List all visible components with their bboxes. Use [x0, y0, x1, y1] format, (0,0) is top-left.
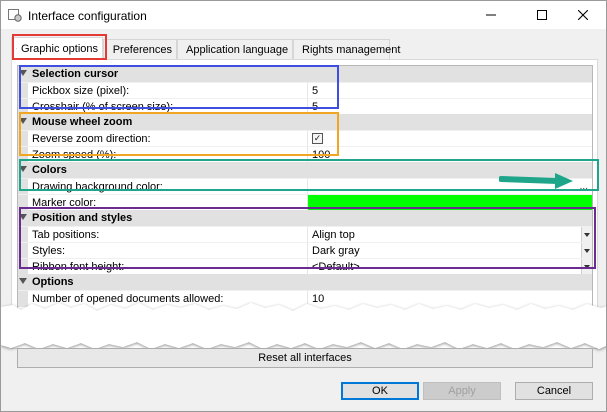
property-row-tab-positions[interactable]: Tab positions: Align top: [18, 226, 592, 243]
tab-preferences[interactable]: Preferences: [103, 39, 177, 59]
tab-strip: Graphic options Preferences A Applicatio…: [11, 37, 601, 60]
maximize-icon: [537, 10, 547, 20]
property-row-reverse-zoom[interactable]: Reverse zoom direction: ✓: [18, 130, 592, 147]
zoom-speed-value[interactable]: 100: [308, 147, 592, 163]
tab-positions-select[interactable]: Align top: [308, 226, 592, 243]
property-label: Marker color:: [28, 194, 308, 211]
torn-edge-effect: [1, 303, 606, 349]
window-title: Interface configuration: [28, 9, 147, 23]
category-selection-cursor[interactable]: Selection cursor: [18, 66, 592, 82]
minimize-icon: [486, 14, 496, 16]
styles-select[interactable]: Dark gray: [308, 242, 592, 259]
title-bar: Interface configuration: [1, 1, 606, 29]
select-value: Dark gray: [312, 244, 360, 257]
maximize-button[interactable]: [519, 1, 565, 29]
cancel-button[interactable]: Cancel: [515, 382, 593, 400]
ok-button[interactable]: OK: [341, 382, 419, 400]
marker-color-swatch: [308, 194, 592, 211]
property-label: Ribbon font height:: [28, 258, 308, 275]
property-row-marker-color[interactable]: Marker color:: [18, 194, 592, 211]
tab-label: Application language: [186, 43, 289, 56]
tab-label: Graphic options: [20, 43, 98, 55]
chevron-down-icon[interactable]: [581, 258, 592, 275]
monitor-icon: [16, 48, 17, 50]
property-label: Tab positions:: [28, 226, 308, 243]
annotation-arrow-icon: [499, 173, 573, 189]
close-button[interactable]: [560, 1, 606, 29]
property-row-styles[interactable]: Styles: Dark gray: [18, 242, 592, 259]
collapse-icon[interactable]: [19, 166, 27, 172]
category-options[interactable]: Options: [18, 274, 592, 290]
category-title: Options: [32, 276, 74, 288]
property-label: Drawing background color:: [28, 178, 308, 195]
select-value: Align top: [312, 228, 355, 241]
reverse-zoom-checkbox[interactable]: ✓: [312, 132, 323, 144]
property-label: Pickbox size (pixel):: [28, 82, 308, 99]
category-title: Position and styles: [32, 212, 133, 224]
close-icon: [578, 10, 588, 20]
category-position-and-styles[interactable]: Position and styles: [18, 210, 592, 226]
settings-app-icon: [8, 9, 22, 22]
tab-rights-management[interactable]: Rights management: [293, 39, 400, 59]
tab-label: Preferences: [112, 43, 172, 56]
pickbox-size-value[interactable]: 5: [308, 83, 592, 99]
reset-all-interfaces-button[interactable]: Reset all interfaces: [17, 348, 593, 368]
collapse-icon[interactable]: [19, 278, 27, 284]
ribbon-font-height-select[interactable]: <Default>: [308, 258, 592, 275]
property-label: Reverse zoom direction:: [28, 130, 308, 147]
property-label: Crosshair (% of screen size):: [28, 98, 308, 115]
property-label: Zoom speed (%):: [28, 146, 308, 163]
select-value: <Default>: [312, 260, 360, 273]
tab-label: Rights management: [302, 43, 401, 56]
browse-color-button[interactable]: ...: [580, 179, 588, 195]
property-row-pickbox[interactable]: Pickbox size (pixel): 5: [18, 82, 592, 99]
interface-configuration-dialog: Interface configuration Graphic options …: [0, 0, 607, 412]
collapse-icon[interactable]: [19, 118, 27, 124]
tab-graphic-options[interactable]: Graphic options: [11, 37, 103, 60]
category-title: Colors: [32, 164, 67, 176]
property-row-ribbon-font-height[interactable]: Ribbon font height: <Default>: [18, 258, 592, 275]
tab-application-language[interactable]: A Application language: [177, 39, 293, 59]
property-row-crosshair[interactable]: Crosshair (% of screen size): 5: [18, 98, 592, 115]
collapse-icon[interactable]: [19, 70, 27, 76]
crosshair-value[interactable]: 5: [308, 99, 592, 115]
property-label: Styles:: [28, 242, 308, 259]
category-mouse-wheel-zoom[interactable]: Mouse wheel zoom: [18, 114, 592, 130]
category-title: Selection cursor: [32, 68, 119, 80]
marker-color-value[interactable]: [308, 194, 592, 211]
chevron-down-icon[interactable]: [581, 242, 592, 259]
reverse-zoom-cell: ✓: [308, 131, 592, 147]
chevron-down-icon[interactable]: [581, 226, 592, 243]
category-title: Mouse wheel zoom: [32, 116, 133, 128]
collapse-icon[interactable]: [19, 214, 27, 220]
property-row-zoom-speed[interactable]: Zoom speed (%): 100: [18, 146, 592, 163]
gears-icon: [108, 49, 109, 50]
minimize-button[interactable]: [468, 1, 514, 29]
apply-button[interactable]: Apply: [423, 382, 501, 400]
